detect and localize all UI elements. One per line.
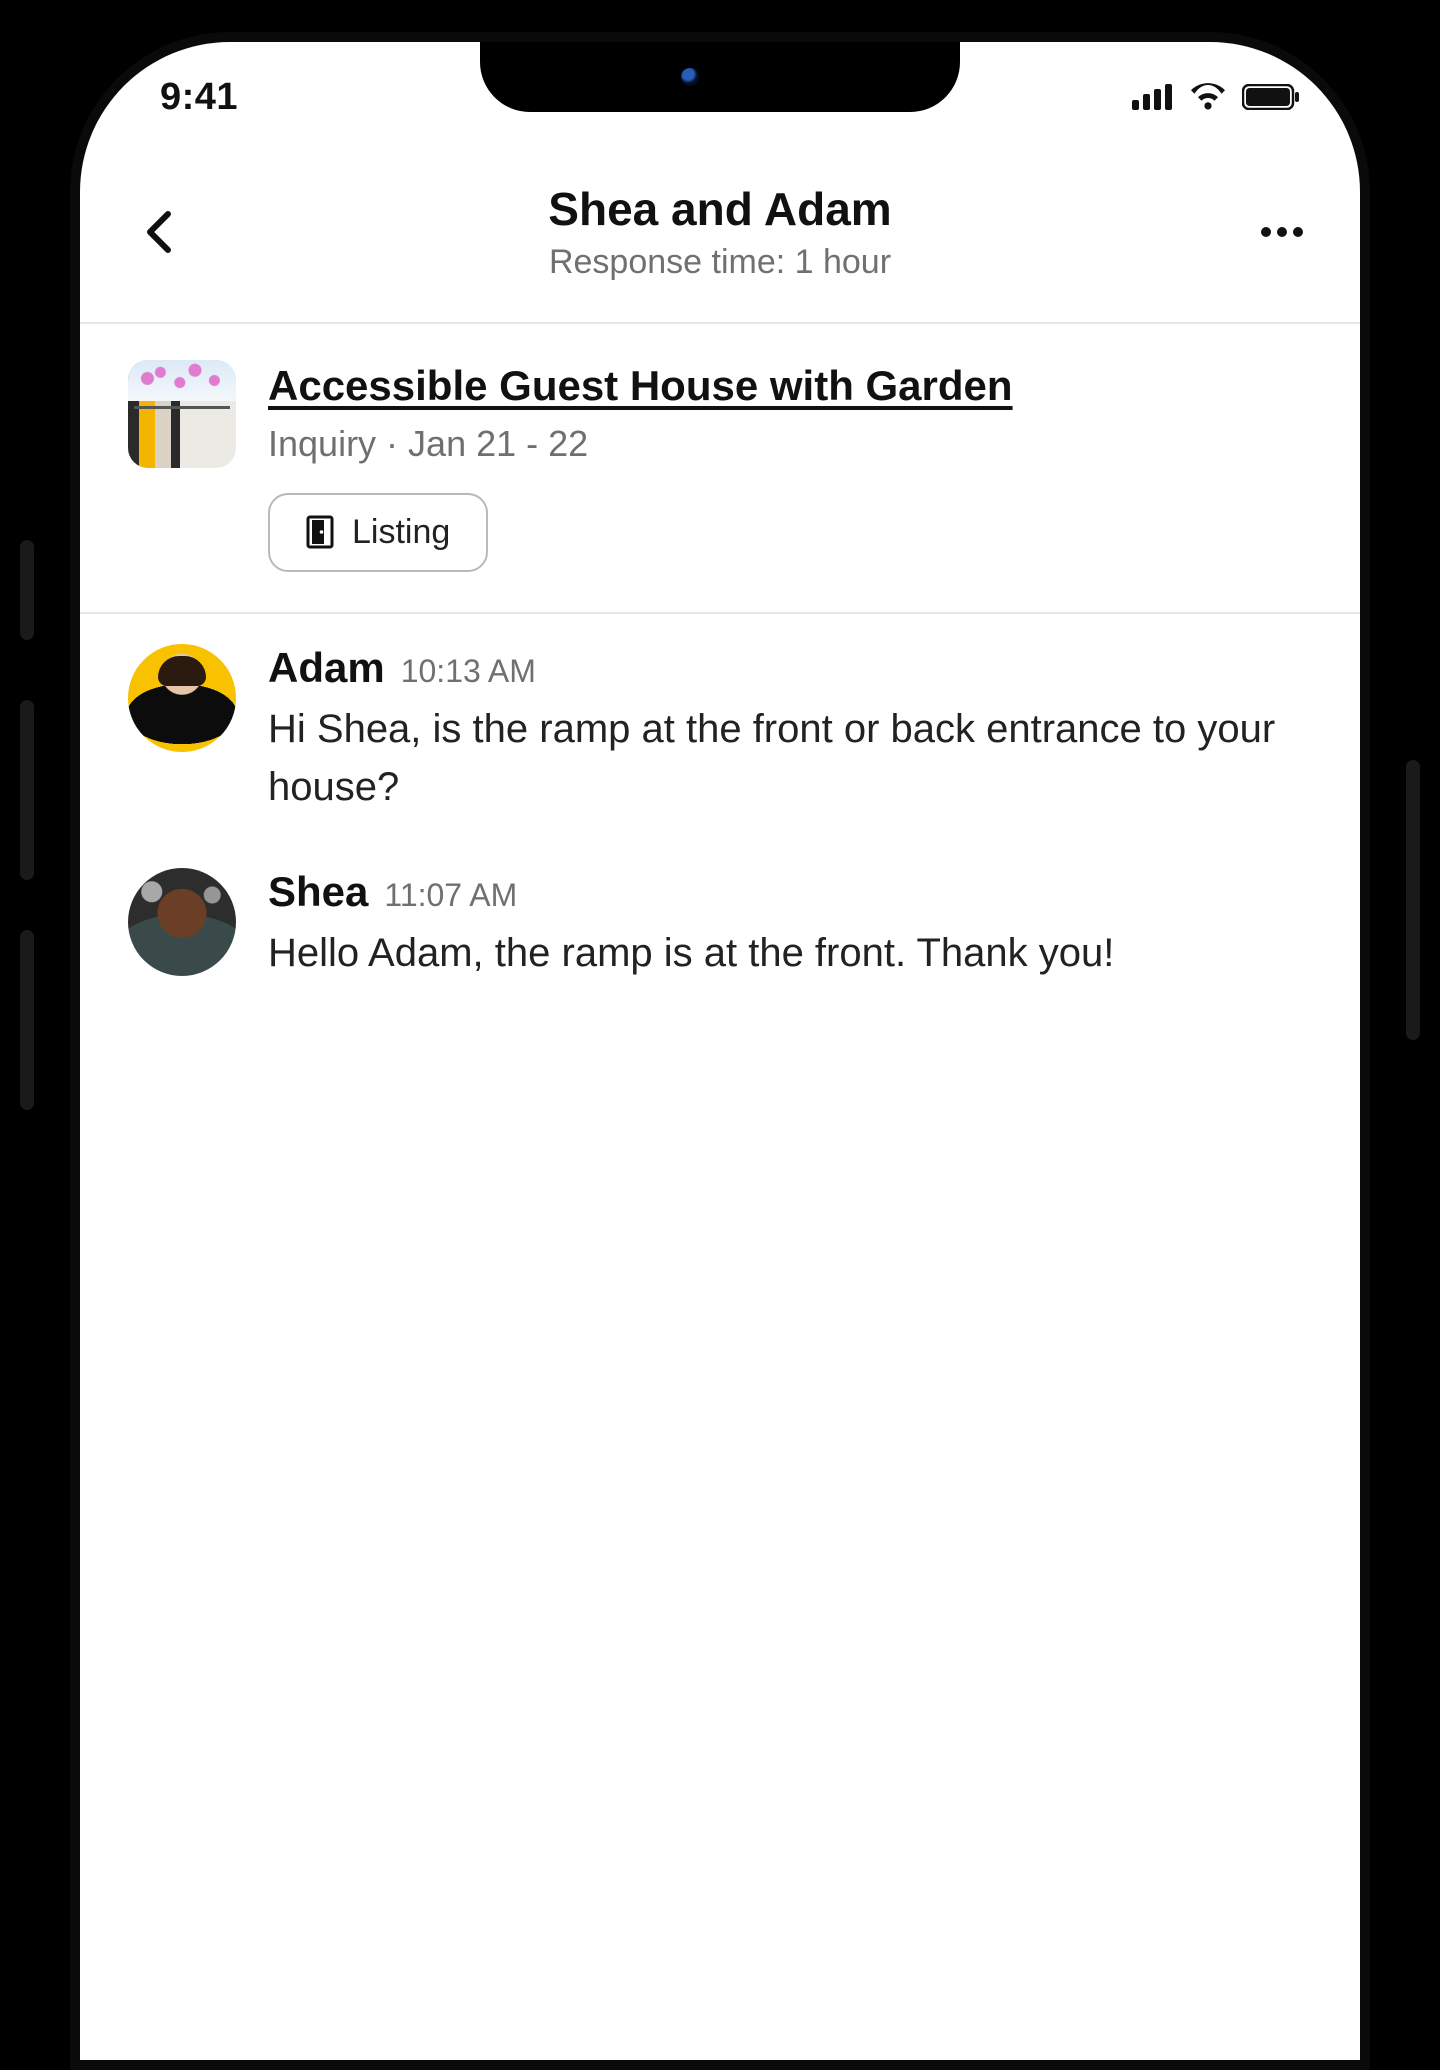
- message-header: Adam 10:13 AM: [268, 644, 1312, 692]
- listing-button[interactable]: Listing: [268, 493, 488, 572]
- more-options-button[interactable]: [1252, 202, 1312, 262]
- message-time: 11:07 AM: [384, 877, 517, 914]
- back-button[interactable]: [128, 202, 188, 262]
- message-sender: Adam: [268, 644, 385, 692]
- message-thread[interactable]: Adam 10:13 AM Hi Shea, is the ramp at the …: [80, 614, 1360, 1064]
- door-icon: [306, 515, 334, 549]
- side-button: [20, 930, 34, 1110]
- avatar[interactable]: [128, 868, 236, 976]
- notch: [480, 42, 960, 112]
- conversation-header: Shea and Adam Response time: 1 hour: [80, 152, 1360, 322]
- message-text: Hello Adam, the ramp is at the front. Th…: [268, 924, 1312, 982]
- message-body: Adam 10:13 AM Hi Shea, is the ramp at the …: [268, 644, 1312, 816]
- cellular-icon: [1132, 84, 1174, 110]
- phone-bezel: 9:41: [70, 32, 1370, 2070]
- listing-meta: Inquiry · Jan 21 - 22: [268, 423, 1312, 465]
- battery-icon: [1242, 84, 1300, 110]
- phone-frame: 9:41: [30, 0, 1410, 2070]
- listing-summary: Accessible Guest House with Garden Inqui…: [80, 324, 1360, 612]
- side-button: [20, 540, 34, 640]
- message-text: Hi Shea, is the ramp at the front or bac…: [268, 700, 1312, 816]
- message: Adam 10:13 AM Hi Shea, is the ramp at the …: [128, 644, 1312, 816]
- listing-thumbnail[interactable]: [128, 360, 236, 468]
- side-button: [1406, 760, 1420, 1040]
- conversation-title: Shea and Adam: [188, 182, 1252, 237]
- side-button: [20, 700, 34, 880]
- listing-button-label: Listing: [352, 513, 450, 552]
- message-time: 10:13 AM: [401, 653, 536, 690]
- message-header: Shea 11:07 AM: [268, 868, 1312, 916]
- wifi-icon: [1188, 83, 1228, 111]
- listing-title-link[interactable]: Accessible Guest House with Garden: [268, 360, 1312, 413]
- chevron-left-icon: [144, 210, 172, 254]
- message-body: Shea 11:07 AM Hello Adam, the ramp is at t…: [268, 868, 1312, 982]
- message: Shea 11:07 AM Hello Adam, the ramp is at t…: [128, 868, 1312, 982]
- response-time-label: Response time: 1 hour: [188, 243, 1252, 282]
- status-time: 9:41: [160, 76, 238, 119]
- message-sender: Shea: [268, 868, 368, 916]
- front-camera: [681, 68, 699, 86]
- avatar[interactable]: [128, 644, 236, 752]
- status-indicators: [1132, 83, 1300, 111]
- more-horizontal-icon: [1260, 226, 1304, 238]
- screen: 9:41: [80, 42, 1360, 2060]
